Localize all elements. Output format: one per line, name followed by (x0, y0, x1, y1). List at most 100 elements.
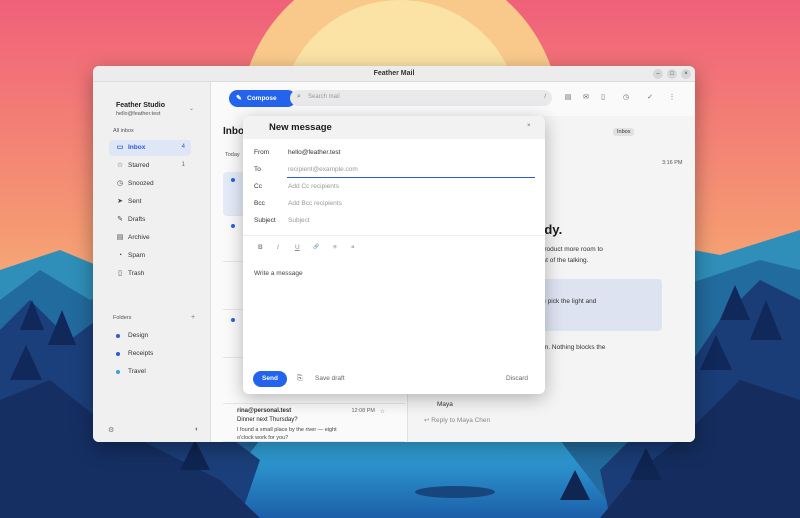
sidebar-item-label: Snoozed (128, 180, 154, 187)
minimize-button[interactable]: – (653, 69, 663, 79)
window-title: Feather Mail (373, 70, 415, 77)
star-icon[interactable]: ☆ (380, 408, 385, 415)
archive-icon: ▤ (116, 234, 124, 241)
sidebar-item-trash[interactable]: ▯ Trash (109, 266, 191, 282)
list-item[interactable]: rina@personal.test 12:08 PM ☆ Dinner nex… (223, 404, 405, 442)
mark-unread-icon[interactable]: ✉ (581, 93, 591, 103)
archive-action-icon[interactable]: ▤ (563, 93, 573, 103)
search-placeholder: Search mail (308, 94, 340, 100)
italic-button[interactable]: I (277, 244, 279, 251)
folder-label: Receipts (128, 350, 154, 357)
to-field-focus-underline (287, 177, 535, 178)
to-label: To (254, 166, 261, 173)
spam-icon: ◔ (117, 252, 123, 259)
sidebar-item-archive[interactable]: ▤ Archive (109, 230, 191, 246)
send-icon: ➤ (117, 198, 123, 205)
theme-toggle-icon[interactable]: ◐ (195, 426, 199, 433)
clock-icon: ◷ (116, 180, 124, 187)
sidebar-item-label: Drafts (128, 216, 146, 223)
message-sender: rina@personal.test (237, 408, 292, 414)
message-time: 12:08 PM (351, 408, 375, 414)
window-titlebar: Feather Mail – □ × (93, 66, 695, 82)
account-name: Feather Studio (116, 102, 166, 109)
message-signature: Maya (437, 401, 453, 408)
search-shortcut-hint: / (544, 94, 546, 100)
sidebar-folder-receipts[interactable]: Receipts (109, 346, 191, 362)
folder-label: Travel (128, 368, 146, 375)
delete-icon[interactable]: ▯ (598, 93, 608, 103)
from-label: From (254, 149, 270, 156)
label-badge: Inbox (613, 128, 635, 136)
cc-field[interactable]: Add Cc recipients (288, 183, 339, 190)
sidebar-item-label: Archive (128, 234, 150, 241)
message-body-input[interactable]: Write a message (254, 270, 303, 277)
draft-icon: ✎ (117, 216, 123, 223)
maximize-button[interactable]: □ (667, 69, 677, 79)
divider (243, 235, 545, 236)
sidebar-item-label: Starred (128, 162, 150, 169)
send-button[interactable]: Send (253, 371, 287, 387)
subject-field[interactable]: Subject (288, 217, 310, 224)
bcc-label: Bcc (254, 200, 265, 207)
message-time: 3:16 PM (662, 160, 683, 166)
chevron-down-icon: ⌄ (189, 106, 195, 112)
list-icon[interactable]: ≡ (333, 244, 337, 251)
from-field[interactable]: hello@feather.test (288, 149, 341, 156)
starred-count: 1 (181, 162, 185, 168)
snooze-icon[interactable]: ◷ (621, 93, 631, 103)
attachment-icon[interactable]: ⎘ (297, 375, 303, 383)
sidebar-item-spam[interactable]: ◔ Spam (109, 248, 191, 264)
settings-icon[interactable]: ⚙ (108, 426, 114, 434)
sidebar-item-sent[interactable]: ➤ Sent (109, 194, 191, 210)
sidebar-item-label: Inbox (128, 144, 146, 151)
trash-icon: ▯ (118, 270, 122, 277)
account-email: hello@feather.test (116, 111, 161, 117)
inbox-icon: ▭ (116, 144, 124, 151)
folder-color-dot (116, 352, 120, 356)
link-icon[interactable]: 🔗 (313, 244, 319, 250)
compose-dialog: New message × From hello@feather.test To… (243, 116, 545, 394)
sidebar: Feather Studio hello@feather.test ⌄ All … (93, 82, 211, 442)
compose-title: New message (269, 122, 332, 133)
sidebar-item-snoozed[interactable]: ◷ Snoozed (109, 176, 191, 192)
add-folder-icon[interactable]: + (191, 314, 195, 321)
close-icon[interactable]: × (527, 123, 531, 129)
subject-label: Subject (254, 217, 276, 224)
close-window-button[interactable]: × (681, 69, 691, 79)
sidebar-item-label: Sent (128, 198, 142, 205)
reply-input[interactable]: ↩ Reply to Maya Chen (424, 416, 490, 424)
unread-dot (231, 318, 235, 322)
sidebar-item-label: Spam (128, 252, 145, 259)
folders-label: Folders (113, 315, 132, 321)
bold-button[interactable]: B (258, 244, 263, 251)
folder-label: Design (128, 332, 149, 339)
sidebar-item-inbox[interactable]: ▭ Inbox 4 (109, 140, 191, 156)
all-inbox-label: All inbox (113, 128, 134, 134)
quote-icon[interactable]: ❝ (351, 244, 355, 252)
reply-placeholder: Reply to Maya Chen (431, 417, 491, 424)
sidebar-folder-travel[interactable]: Travel (109, 364, 191, 380)
sidebar-item-starred[interactable]: ☆ Starred 1 (109, 158, 191, 174)
message-preview: I found a small place by the river — eig… (237, 427, 337, 441)
more-options-icon[interactable]: ⋮ (667, 93, 677, 103)
star-icon: ☆ (116, 162, 124, 169)
compose-label: Compose (247, 95, 277, 102)
message-subject: Dinner next Thursday? (237, 417, 298, 423)
unread-dot (231, 178, 235, 182)
compose-button[interactable]: ✎ Compose (229, 90, 296, 107)
to-field[interactable]: recipient@example.com (288, 166, 358, 173)
check-icon[interactable]: ✓ (645, 93, 655, 103)
save-draft-button[interactable]: Save draft (315, 375, 345, 382)
search-input[interactable]: ⌕ Search mail / (290, 90, 552, 106)
list-group-today: Today (225, 152, 240, 158)
sidebar-folder-design[interactable]: Design (109, 328, 191, 344)
sidebar-item-drafts[interactable]: ✎ Drafts (109, 212, 191, 228)
underline-button[interactable]: U (295, 244, 300, 251)
bcc-field[interactable]: Add Bcc recipients (288, 200, 342, 207)
folder-color-dot (116, 334, 120, 338)
unread-count: 4 (181, 144, 185, 150)
unread-dot (231, 224, 235, 228)
search-icon: ⌕ (297, 93, 301, 100)
discard-button[interactable]: Discard (506, 375, 528, 382)
cc-label: Cc (254, 183, 262, 190)
